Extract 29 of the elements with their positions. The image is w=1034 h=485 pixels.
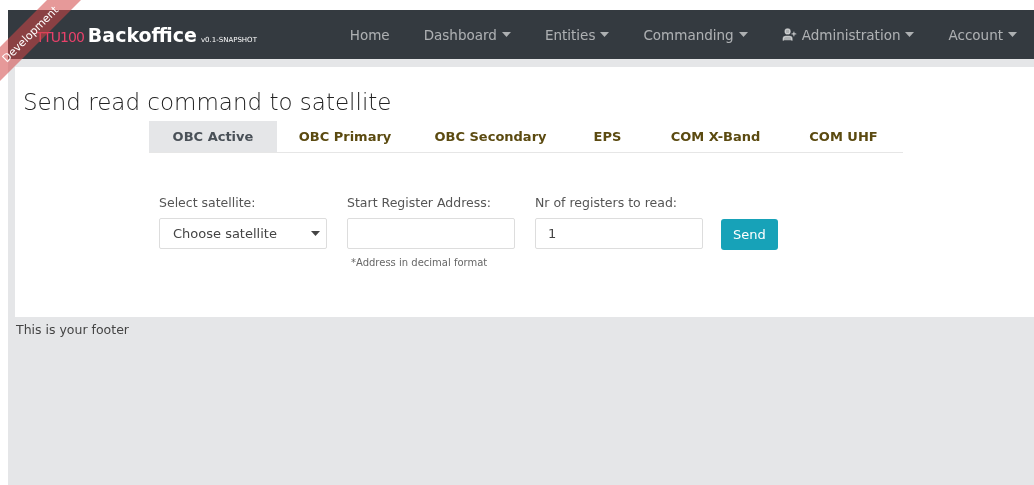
nav-link[interactable]: Entities: [527, 26, 627, 43]
field-hint: *Address in decimal format: [351, 257, 489, 268]
user-plus-icon: [781, 27, 797, 42]
footer-text: This is your footer: [16, 322, 130, 337]
nav-link[interactable]: Administration: [764, 26, 932, 43]
nav-link[interactable]: Home: [332, 26, 407, 43]
field-label: Start Register Address:: [347, 195, 492, 210]
nav-link[interactable]: Commanding: [626, 26, 765, 43]
page-title: Send read command to satellite: [23, 89, 393, 115]
caret-icon: [311, 231, 320, 236]
address-input[interactable]: [347, 218, 515, 249]
tab[interactable]: OBC Secondary: [413, 121, 568, 152]
count-input[interactable]: 1: [535, 218, 703, 249]
caret-icon: [1008, 32, 1017, 37]
tab[interactable]: OBC Active: [149, 121, 277, 152]
field-label: Select satellite:: [159, 195, 257, 210]
tab[interactable]: EPS: [568, 121, 647, 152]
tab[interactable]: COM UHF: [784, 121, 903, 152]
satellite-select[interactable]: Choose satellite: [159, 218, 327, 249]
caret-icon: [600, 32, 610, 37]
tab[interactable]: OBC Primary: [277, 121, 413, 152]
field-label: Nr of registers to read:: [535, 195, 679, 210]
caret-icon: [501, 32, 511, 37]
brand-name[interactable]: Backoffice: [87, 23, 197, 46]
caret-icon: [738, 32, 748, 37]
tab[interactable]: COM X-Band: [647, 121, 784, 152]
caret-icon: [905, 32, 915, 37]
nav-link[interactable]: Account: [931, 26, 1034, 43]
nav-link[interactable]: Dashboard: [406, 26, 528, 43]
